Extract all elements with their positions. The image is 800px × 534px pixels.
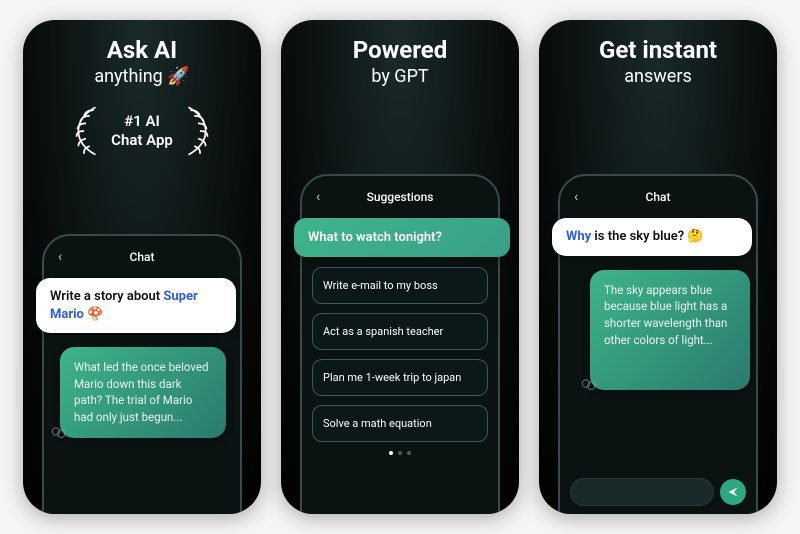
- phone-header-title: Suggestions: [312, 190, 488, 204]
- phone-header-title: Chat: [570, 190, 746, 204]
- suggestion-item[interactable]: Act as a spanish teacher: [312, 313, 488, 350]
- chat-input-row: [570, 478, 746, 506]
- user-message-bubble: Why is the sky blue? 🤔: [552, 218, 752, 256]
- promo-panel-ask-ai: Ask AI anything 🚀 #1 AI Chat App: [23, 20, 261, 514]
- phone-header: ‹ Chat: [570, 190, 746, 204]
- send-button[interactable]: [720, 479, 746, 505]
- panel-title: Powered: [353, 36, 448, 64]
- badge-text: #1 AI Chat App: [111, 112, 173, 151]
- laurel-left-icon: [67, 101, 105, 161]
- ai-message-bubble: The sky appears blue because blue light …: [590, 270, 750, 390]
- panel-subtitle: by GPT: [371, 66, 428, 87]
- panel-title: Get instant: [599, 36, 717, 64]
- chat-input[interactable]: [570, 478, 714, 506]
- user-message-bubble: Write a story about Super Mario 🍄: [36, 278, 236, 333]
- suggestion-item[interactable]: Write e-mail to my boss: [312, 267, 488, 304]
- brain-icon: [50, 424, 68, 442]
- back-icon[interactable]: ‹: [316, 189, 320, 205]
- panel-subtitle: answers: [624, 66, 691, 87]
- ai-message-bubble: What led the once beloved Mario down thi…: [60, 347, 226, 438]
- suggestion-primary[interactable]: What to watch tonight?: [294, 218, 510, 257]
- award-badge: #1 AI Chat App: [67, 101, 217, 161]
- phone-mockup: ‹ Chat Why is the sky blue? 🤔 The sky ap…: [558, 174, 758, 514]
- laurel-right-icon: [179, 101, 217, 161]
- page-dots: [312, 451, 488, 455]
- phone-mockup: ‹ Suggestions What to watch tonight? Wri…: [300, 174, 500, 514]
- back-icon[interactable]: ‹: [574, 189, 578, 205]
- rocket-icon: 🚀: [167, 66, 189, 87]
- promo-panel-instant: Get instant answers ‹ Chat Why is the sk…: [539, 20, 777, 514]
- suggestion-item[interactable]: Plan me 1-week trip to japan: [312, 359, 488, 396]
- phone-header-title: Chat: [54, 250, 230, 264]
- phone-header: ‹ Suggestions: [312, 190, 488, 204]
- send-icon: [727, 486, 739, 498]
- phone-header: ‹ Chat: [54, 250, 230, 264]
- brain-icon: [580, 376, 598, 394]
- promo-panel-powered: Powered by GPT ‹ Suggestions What to wat…: [281, 20, 519, 514]
- panel-subtitle: anything 🚀: [94, 66, 189, 87]
- phone-mockup: ‹ Chat Write a story about Super Mario 🍄…: [42, 234, 242, 514]
- thinking-icon: 🤔: [687, 229, 703, 244]
- suggestion-item[interactable]: Solve a math equation: [312, 405, 488, 442]
- back-icon[interactable]: ‹: [58, 249, 62, 265]
- mushroom-icon: 🍄: [87, 307, 103, 322]
- panel-title: Ask AI: [107, 36, 177, 64]
